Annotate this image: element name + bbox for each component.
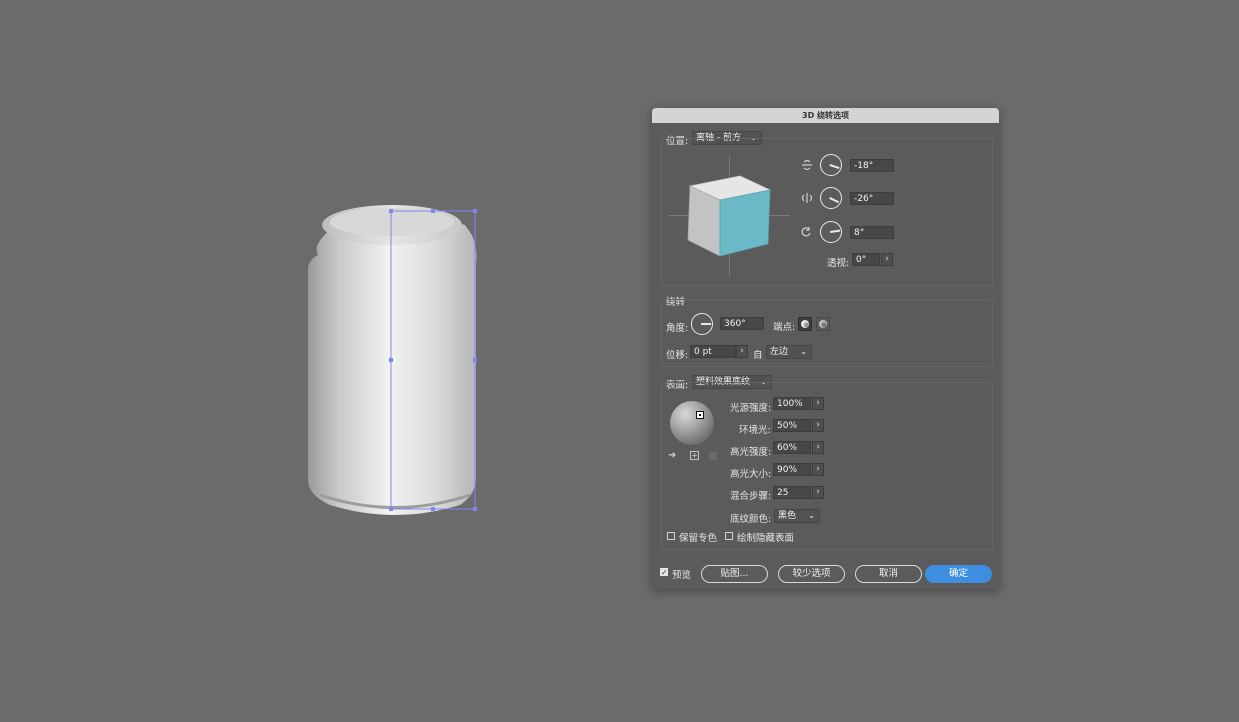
cap-hollow-icon: [819, 320, 827, 328]
cancel-button[interactable]: 取消: [855, 565, 922, 583]
dial-needle: [830, 229, 841, 233]
ambient-input[interactable]: 50%: [773, 419, 811, 432]
blend-steps-input[interactable]: 25: [773, 486, 811, 499]
perspective-stepper[interactable]: ›: [881, 253, 893, 266]
cap-on-button[interactable]: [798, 317, 812, 331]
rotation-cube[interactable]: [685, 174, 775, 260]
preserve-spot-checkbox[interactable]: [667, 532, 675, 540]
offset-label: 位移:: [666, 350, 689, 361]
light-source-handle[interactable]: [696, 411, 704, 419]
y-axis-rotate-icon: [801, 193, 813, 203]
y-rotation-dial[interactable]: [820, 187, 842, 209]
chevron-down-icon: ⌄: [800, 347, 807, 356]
highlight-size-input[interactable]: 90%: [773, 463, 811, 476]
shading-color-dropdown[interactable]: 黑色 ⌄: [774, 509, 820, 523]
z-rotation-dial[interactable]: [820, 221, 842, 243]
blend-steps-label: 混合步骤:: [730, 491, 772, 502]
ambient-label: 环境光:: [739, 425, 771, 436]
x-rotation-dial[interactable]: [820, 154, 842, 176]
angle-dial[interactable]: [691, 313, 713, 335]
dial-needle: [829, 164, 840, 169]
angle-label: 角度:: [666, 323, 689, 334]
perspective-label: 透视:: [827, 258, 850, 269]
surface-group: [661, 382, 993, 550]
new-light-icon[interactable]: +: [690, 451, 699, 460]
can-artwork[interactable]: [300, 195, 490, 525]
preserve-spot-label: 保留专色: [679, 533, 718, 544]
move-light-back-icon[interactable]: ➜: [668, 450, 676, 461]
can-3d-render: [308, 205, 477, 515]
light-sphere[interactable]: [670, 401, 714, 445]
delete-light-icon[interactable]: [709, 452, 717, 460]
perspective-input[interactable]: 0°: [852, 253, 880, 266]
map-button[interactable]: 贴图...: [701, 565, 768, 583]
highlight-size-label: 高光大小:: [730, 469, 772, 480]
highlight-intensity-stepper[interactable]: ›: [812, 441, 824, 454]
offset-stepper[interactable]: ›: [736, 345, 748, 358]
blend-steps-stepper[interactable]: ›: [812, 486, 824, 499]
dial-needle: [829, 197, 839, 203]
light-intensity-stepper[interactable]: ›: [812, 397, 824, 410]
cap-label: 端点:: [773, 322, 796, 333]
ok-button[interactable]: 确定: [925, 565, 992, 583]
x-rotation-input[interactable]: -18°: [850, 159, 894, 172]
from-dropdown[interactable]: 左边 ⌄: [766, 345, 812, 359]
fewer-options-button[interactable]: 较少选项: [778, 565, 845, 583]
light-intensity-input[interactable]: 100%: [773, 397, 811, 410]
highlight-size-stepper[interactable]: ›: [812, 463, 824, 476]
highlight-intensity-input[interactable]: 60%: [773, 441, 811, 454]
angle-input[interactable]: 360°: [720, 317, 764, 330]
draw-hidden-checkbox[interactable]: [725, 532, 733, 540]
offset-input[interactable]: 0 pt: [690, 345, 736, 358]
z-rotation-input[interactable]: 8°: [850, 226, 894, 239]
preview-checkbox[interactable]: ✓: [660, 568, 668, 577]
light-intensity-label: 光源强度:: [730, 403, 772, 414]
3d-revolve-dialog: 3D 绕转选项 位置: 离轴 - 前方 ⌄ -18° -26° 8° 透视: 0…: [652, 108, 999, 589]
z-axis-rotate-icon: [801, 227, 811, 237]
dialog-title: 3D 绕转选项: [652, 108, 999, 123]
highlight-intensity-label: 高光强度:: [730, 447, 772, 458]
draw-hidden-label: 绘制隐藏表面: [737, 533, 795, 544]
chevron-down-icon: ⌄: [808, 511, 815, 520]
dial-needle: [701, 323, 711, 325]
cap-off-button[interactable]: [816, 317, 830, 331]
cap-solid-icon: [801, 320, 809, 328]
y-rotation-input[interactable]: -26°: [850, 192, 894, 205]
from-label: 自: [753, 350, 763, 361]
ambient-stepper[interactable]: ›: [812, 419, 824, 432]
shading-color-value: 黑色: [778, 511, 797, 521]
x-axis-rotate-icon: [802, 159, 812, 171]
from-value: 左边: [770, 347, 789, 357]
preview-label: 预览: [672, 570, 692, 581]
shading-color-label: 底纹颜色:: [730, 514, 772, 525]
